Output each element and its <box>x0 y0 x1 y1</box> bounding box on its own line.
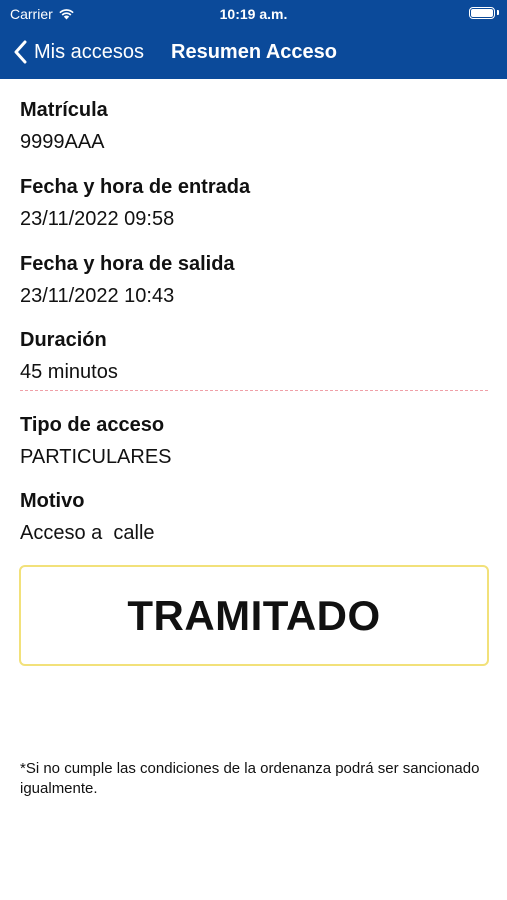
reason-field: Motivo Acceso a calle <box>20 489 155 545</box>
back-button-label: Mis accesos <box>34 40 145 63</box>
reason-label: Motivo <box>20 490 85 512</box>
access-type-field: Tipo de acceso PARTICULARES <box>20 413 172 469</box>
reason-value: Acceso a calle <box>20 522 155 544</box>
chevron-left-icon <box>14 40 27 64</box>
status-bar: Carrier 10:19 a.m. <box>0 0 507 28</box>
page-title: Resumen Acceso <box>171 41 337 63</box>
battery-tip <box>497 10 499 15</box>
exit-datetime-value: 23/11/2022 10:43 <box>20 285 175 307</box>
duration-value: 45 minutos <box>20 361 118 383</box>
status-badge: TRAMITADO <box>19 565 489 666</box>
access-type-value: PARTICULARES <box>20 446 172 468</box>
entry-datetime-value: 23/11/2022 09:58 <box>20 208 175 230</box>
clock: 10:19 a.m. <box>219 6 288 22</box>
entry-datetime-label: Fecha y hora de entrada <box>20 176 251 198</box>
disclaimer-footnote: *Si no cumple las condiciones de la orde… <box>20 760 480 797</box>
app-header: Carrier 10:19 a.m. Mis accesos Resumen A… <box>0 0 507 79</box>
plate-field: Matrícula 9999AAA <box>20 98 108 154</box>
back-button[interactable]: Mis accesos <box>14 40 144 64</box>
entry-datetime-field: Fecha y hora de entrada 23/11/2022 09:58 <box>20 175 250 231</box>
duration-label: Duración <box>20 329 107 351</box>
exit-datetime-label: Fecha y hora de salida <box>20 253 235 275</box>
battery-icon <box>469 7 495 19</box>
plate-label: Matrícula <box>20 99 108 121</box>
section-divider <box>20 390 488 391</box>
exit-datetime-field: Fecha y hora de salida 23/11/2022 10:43 <box>20 252 235 308</box>
duration-field: Duración 45 minutos <box>20 328 118 384</box>
access-type-label: Tipo de acceso <box>20 414 165 436</box>
status-text: TRAMITADO <box>127 591 381 639</box>
navigation-bar: Mis accesos Resumen Acceso <box>0 30 507 76</box>
plate-value: 9999AAA <box>20 131 105 153</box>
